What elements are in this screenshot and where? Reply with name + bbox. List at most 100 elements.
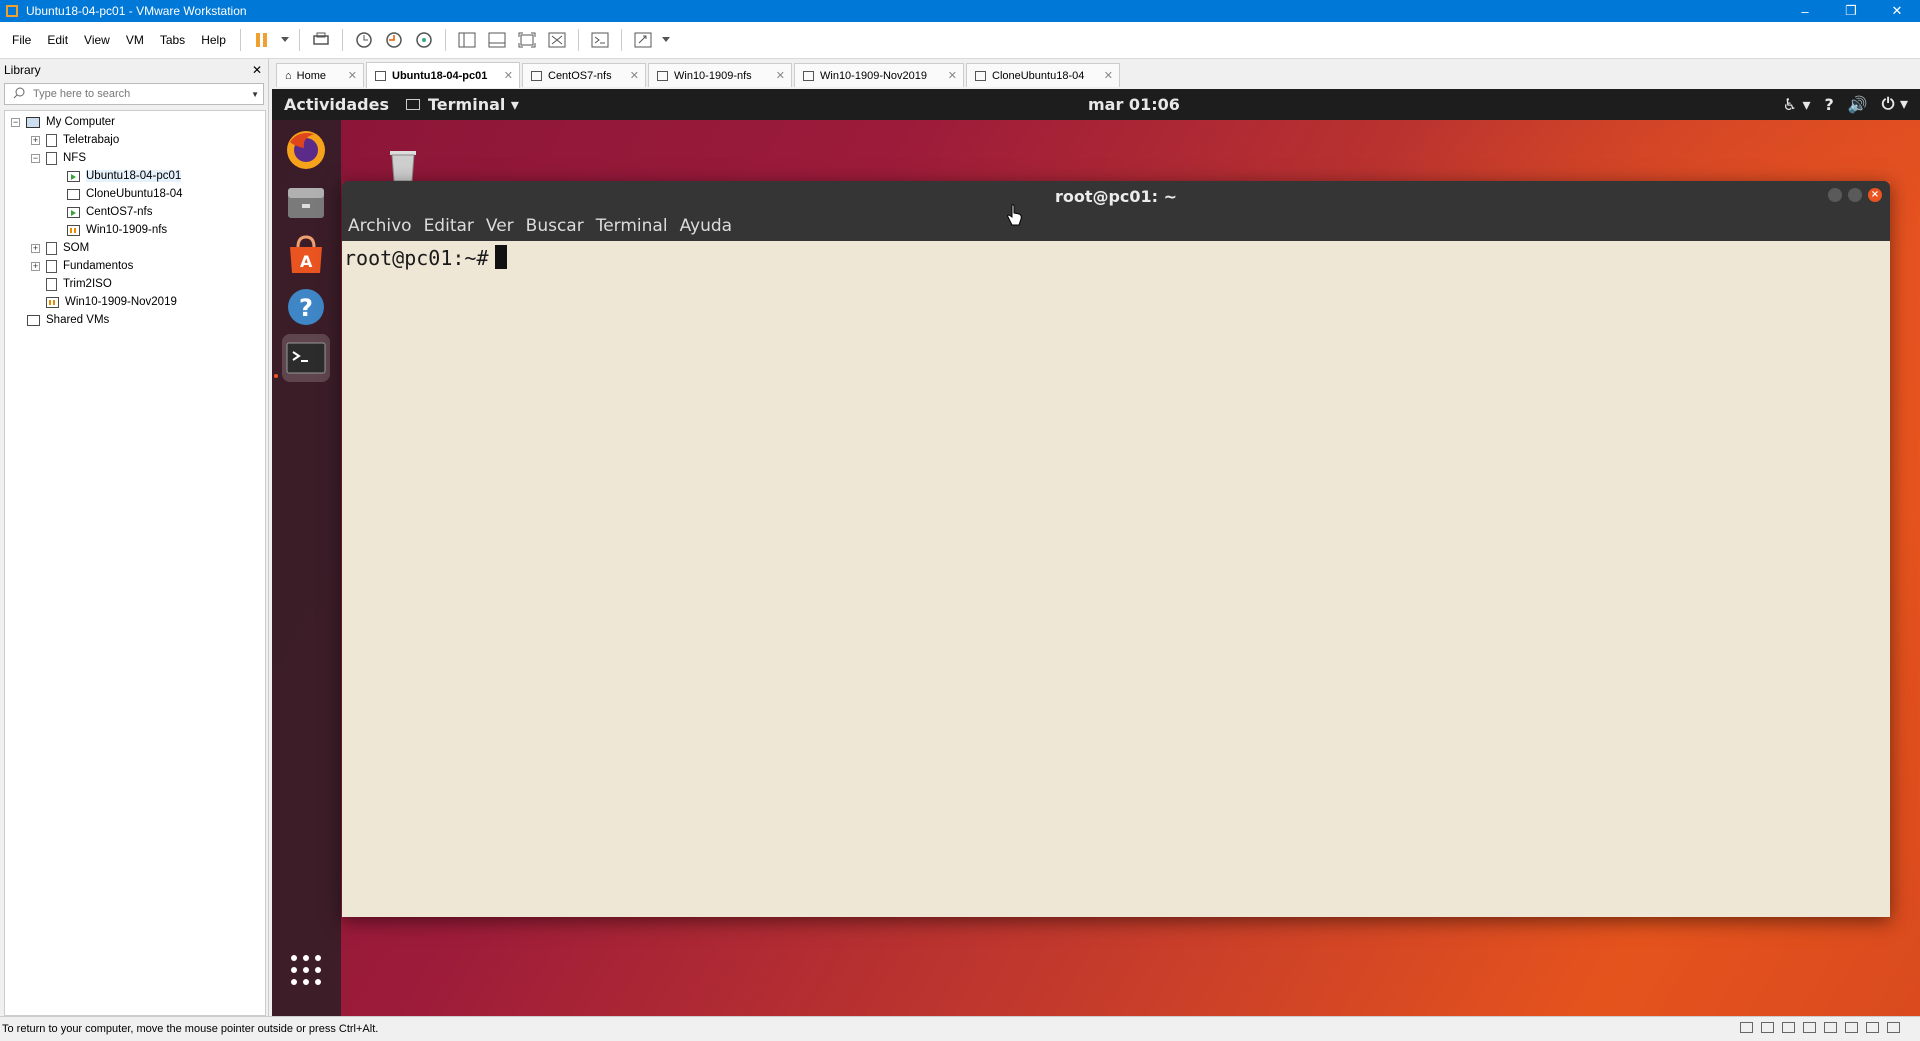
terminal-maximize-button[interactable] <box>1848 188 1862 202</box>
stretch-dropdown-icon[interactable] <box>660 27 672 53</box>
terminal-menu-buscar[interactable]: Buscar <box>526 216 584 236</box>
display-icon[interactable] <box>1866 1022 1879 1033</box>
console-view-icon[interactable] <box>587 27 613 53</box>
expand-icon[interactable]: + <box>31 135 40 145</box>
volume-icon[interactable]: 🔊 <box>1848 95 1868 114</box>
tab-ubuntu18-04-pc01[interactable]: Ubuntu18-04-pc01 ✕ <box>366 62 520 88</box>
tree-node-cloneubuntu18-04[interactable]: CloneUbuntu18-04 <box>67 185 183 203</box>
library-search-input[interactable]: Type here to search ▼ <box>4 83 264 105</box>
expand-icon[interactable]: + <box>31 261 40 271</box>
software-center-icon[interactable]: A <box>282 231 330 279</box>
revert-snapshot-icon[interactable] <box>381 27 407 53</box>
library-close-button[interactable]: ✕ <box>252 63 262 77</box>
menu-edit[interactable]: Edit <box>39 33 76 47</box>
network-icon[interactable]: ? <box>1825 95 1834 114</box>
pause-icon[interactable] <box>249 27 275 53</box>
terminal-titlebar[interactable]: root@pc01: ~ × <box>342 181 1890 211</box>
tree-node-teletrabajo[interactable]: + Teletrabajo <box>31 131 119 149</box>
menu-vm[interactable]: VM <box>118 33 152 47</box>
search-dropdown-icon[interactable]: ▼ <box>251 90 259 99</box>
close-tab-icon[interactable]: ✕ <box>948 69 957 82</box>
tab-win10-1909-nov2019[interactable]: Win10-1909-Nov2019 ✕ <box>794 63 964 87</box>
firefox-icon[interactable] <box>282 126 330 174</box>
collapse-icon[interactable]: − <box>31 153 40 163</box>
expand-icon[interactable]: + <box>31 243 40 253</box>
snapshot-icon[interactable] <box>351 27 377 53</box>
unity-mode-icon[interactable] <box>544 27 570 53</box>
menu-view[interactable]: View <box>76 33 118 47</box>
tree-node-centos7-nfs[interactable]: CentOS7-nfs <box>67 203 152 221</box>
network-adapter-icon[interactable] <box>1782 1022 1795 1033</box>
tree-node-win10-1909-nfs[interactable]: Win10-1909-nfs <box>67 221 167 239</box>
tree-node-ubuntu18-04-pc01[interactable]: Ubuntu18-04-pc01 <box>67 167 182 185</box>
power-menu-icon[interactable]: ⏻ ▾ <box>1882 94 1908 114</box>
vm-display[interactable]: Actividades Terminal ▾ mar 01:06 ♿ ▾ ? 🔊… <box>272 89 1920 1016</box>
show-applications-icon[interactable] <box>282 946 330 994</box>
minimize-button[interactable]: – <box>1782 0 1828 22</box>
vm-icon <box>657 70 668 81</box>
snapshot-manager-icon[interactable] <box>411 27 437 53</box>
printer-icon[interactable] <box>1803 1022 1816 1033</box>
library-view-icon[interactable] <box>454 27 480 53</box>
thumbnail-bar-icon[interactable] <box>484 27 510 53</box>
vm-running-icon <box>67 206 80 218</box>
usb-icon[interactable] <box>1845 1022 1858 1033</box>
close-tab-icon[interactable]: ✕ <box>1104 69 1113 82</box>
menu-tabs[interactable]: Tabs <box>152 33 193 47</box>
clock[interactable]: mar 01:06 <box>1088 95 1180 114</box>
close-tab-icon[interactable]: ✕ <box>504 69 513 82</box>
terminal-minimize-button[interactable] <box>1828 188 1842 202</box>
terminal-menu-terminal[interactable]: Terminal <box>596 216 668 236</box>
terminal-close-button[interactable]: × <box>1868 188 1882 202</box>
power-dropdown-icon[interactable] <box>279 27 291 53</box>
tree-node-shared-vms[interactable]: Shared VMs <box>27 311 109 329</box>
message-log-icon[interactable] <box>1887 1022 1900 1033</box>
help-icon[interactable]: ? <box>282 283 330 331</box>
trash-desktop-icon[interactable] <box>384 145 422 183</box>
close-tab-icon[interactable]: ✕ <box>348 69 357 82</box>
toolbar-separator <box>620 29 622 51</box>
restore-button[interactable]: ❐ <box>1828 0 1874 22</box>
tree-label: Shared VMs <box>46 314 110 326</box>
accessibility-icon[interactable]: ♿ ▾ <box>1783 95 1811 114</box>
folder-icon <box>46 133 57 147</box>
tab-home[interactable]: ⌂ Home ✕ <box>276 63 364 87</box>
library-panel: Library ✕ Type here to search ▼ − My Com… <box>0 59 269 1016</box>
toolbar-separator <box>577 29 579 51</box>
search-placeholder: Type here to search <box>33 88 131 100</box>
menu-help[interactable]: Help <box>193 33 234 47</box>
tree-node-fundamentos[interactable]: + Fundamentos <box>31 257 133 275</box>
window-title: Ubuntu18-04-pc01 - VMware Workstation <box>26 4 247 18</box>
tree-node-my-computer[interactable]: − My Computer <box>11 113 115 131</box>
stretch-guest-icon[interactable] <box>630 27 656 53</box>
terminal-icon[interactable] <box>282 334 330 382</box>
terminal-menu-archivo[interactable]: Archivo <box>348 216 412 236</box>
tab-cloneubuntu18-04[interactable]: CloneUbuntu18-04 ✕ <box>966 63 1120 87</box>
activities-button[interactable]: Actividades <box>284 95 389 114</box>
app-menu-button[interactable]: Terminal ▾ <box>406 95 519 114</box>
sound-card-icon[interactable] <box>1824 1022 1837 1033</box>
menu-file[interactable]: File <box>4 33 39 47</box>
close-button[interactable]: ✕ <box>1874 0 1920 22</box>
tree-node-som[interactable]: + SOM <box>31 239 89 257</box>
files-icon[interactable] <box>282 178 330 226</box>
tree-node-win10-1909-nov2019[interactable]: Win10-1909-Nov2019 <box>46 293 177 311</box>
tree-node-nfs[interactable]: − NFS <box>31 149 86 167</box>
close-tab-icon[interactable]: ✕ <box>630 69 639 82</box>
close-tab-icon[interactable]: ✕ <box>776 69 785 82</box>
full-screen-icon[interactable] <box>514 27 540 53</box>
terminal-menu-ayuda[interactable]: Ayuda <box>680 216 733 236</box>
hard-disk-icon[interactable] <box>1740 1022 1753 1033</box>
send-ctrl-alt-del-icon[interactable] <box>308 27 334 53</box>
tree-node-trim2iso[interactable]: Trim2ISO <box>46 275 112 293</box>
toolbar-separator <box>444 29 446 51</box>
tab-centos7-nfs[interactable]: CentOS7-nfs ✕ <box>522 63 646 87</box>
terminal-output[interactable]: root@pc01:~# <box>342 241 1890 917</box>
cd-dvd-icon[interactable] <box>1761 1022 1774 1033</box>
computer-icon <box>26 116 40 128</box>
tree-label: My Computer <box>46 116 116 128</box>
terminal-menu-editar[interactable]: Editar <box>424 216 474 236</box>
tab-win10-1909-nfs[interactable]: Win10-1909-nfs ✕ <box>648 63 792 87</box>
collapse-icon[interactable]: − <box>11 117 20 127</box>
terminal-menu-ver[interactable]: Ver <box>486 216 514 236</box>
